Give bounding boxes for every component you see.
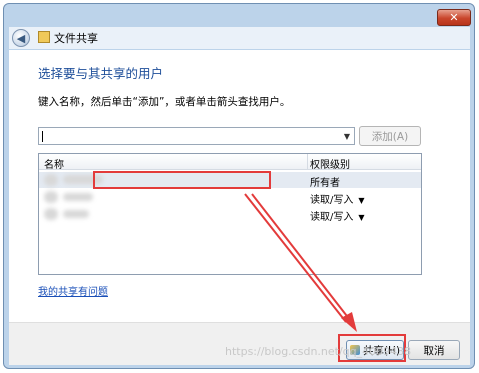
annotation-arrows xyxy=(244,193,357,332)
annotation-arrow-line xyxy=(251,193,351,321)
annotation-arrow-line xyxy=(244,193,347,323)
annotation-arrow-head xyxy=(341,312,357,332)
